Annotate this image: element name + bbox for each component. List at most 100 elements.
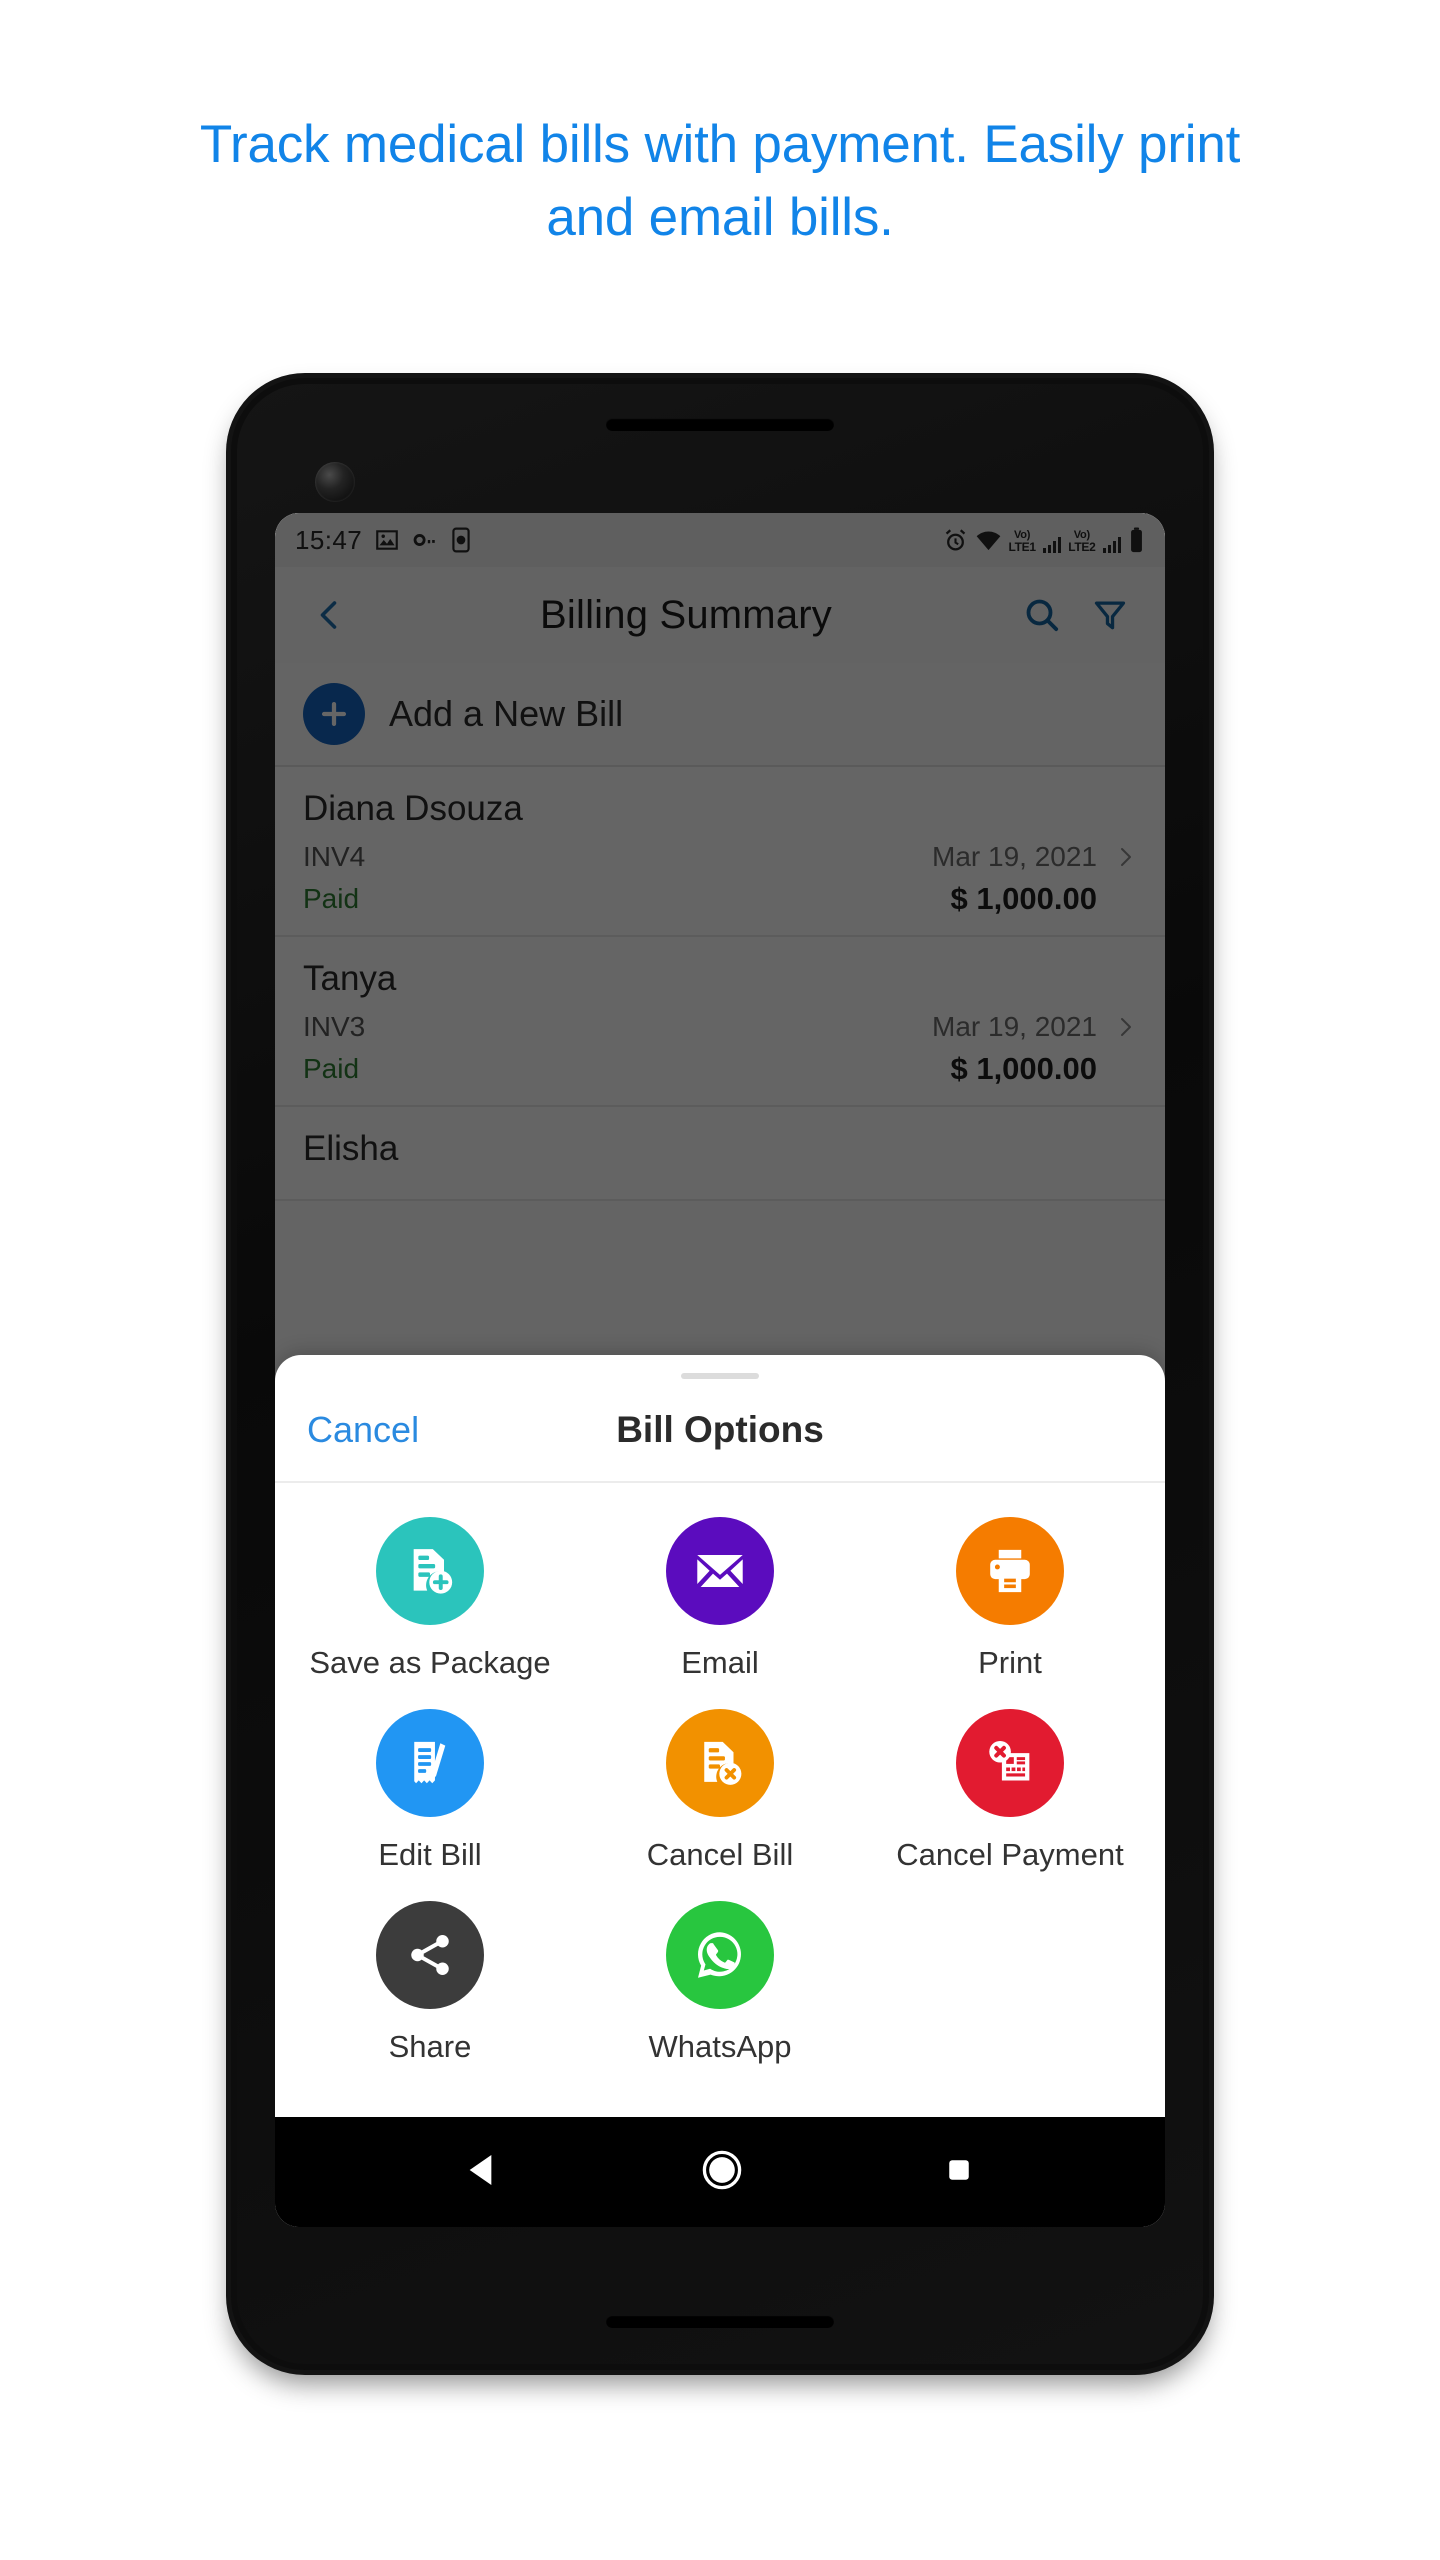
- receipt-pencil-icon: [414, 1741, 446, 1784]
- phone-screen: 15:47 Vo) LTE1 Vo) LTE2 Billing Summary …: [275, 513, 1165, 2227]
- app-bar-title: Billing Summary: [540, 592, 832, 637]
- status-bar-right: Vo) LTE1 Vo) LTE2: [943, 527, 1146, 553]
- table-row[interactable]: Diana Dsouza INV4 Mar 19, 2021 Paid $ 1,…: [275, 767, 1165, 937]
- option-label: Save as Package: [309, 1645, 551, 1680]
- sim2-indicator: Vo) LTE2: [1068, 530, 1096, 554]
- phone-device-frame: 15:47 Vo) LTE1 Vo) LTE2 Billing Summary …: [231, 378, 1209, 2370]
- whatsapp-button[interactable]: [666, 1901, 774, 2009]
- sim1-network-label: LTE1: [1008, 540, 1037, 554]
- whatsapp-icon: [697, 1932, 741, 1978]
- bill-options-grid: Save as Package Email Print Edit Bill Ca…: [275, 1483, 1165, 2111]
- status-badge: Paid: [303, 883, 360, 914]
- status-bar: 15:47 Vo) LTE1 Vo) LTE2: [275, 513, 1165, 567]
- share-button[interactable]: [376, 1901, 484, 2009]
- save-as-package-button[interactable]: [376, 1517, 484, 1625]
- row-chevron-button[interactable]: [1113, 845, 1137, 869]
- chevron-right-icon: [1121, 1018, 1131, 1036]
- status-bar-left: 15:47: [295, 525, 472, 556]
- bill-meta-line: INV4 Mar 19, 2021: [303, 841, 1137, 873]
- filter-button[interactable]: [1081, 586, 1139, 644]
- status-bar-clock: 15:47: [295, 524, 363, 555]
- table-row[interactable]: Tanya INV3 Mar 19, 2021 Paid $ 1,000.00: [275, 937, 1165, 1107]
- bottom-speaker: [606, 2315, 834, 2328]
- option-cancel-bill[interactable]: Cancel Bill: [575, 1709, 865, 1895]
- cancel-payment-button[interactable]: [956, 1709, 1064, 1817]
- option-share[interactable]: Share: [285, 1901, 575, 2087]
- plus-icon: [321, 701, 347, 727]
- nav-home-button[interactable]: [700, 2148, 744, 2197]
- sim1-indicator: Vo) LTE1: [1008, 530, 1037, 554]
- option-label: Share: [388, 2029, 472, 2064]
- file-x-icon: [704, 1741, 742, 1785]
- status-badge: Paid: [303, 1053, 360, 1084]
- circle-home-icon: [702, 2150, 742, 2189]
- add-new-bill-row[interactable]: Add a New Bill: [275, 663, 1165, 767]
- sim2-signal-bars: [1102, 536, 1121, 553]
- back-button[interactable]: [301, 586, 359, 644]
- sheet-header: Cancel Bill Options: [275, 1379, 1165, 1483]
- key-icon: [413, 534, 435, 546]
- bill-invoice-number: INV3: [303, 1011, 366, 1042]
- nav-back-button[interactable]: [463, 2150, 503, 2195]
- filter-icon: [1094, 601, 1126, 630]
- earpiece-speaker: [606, 418, 834, 431]
- row-chevron-button[interactable]: [1113, 1015, 1137, 1039]
- bill-list: Diana Dsouza INV4 Mar 19, 2021 Paid $ 1,…: [275, 767, 1165, 1201]
- bill-amount-line: Paid $ 1,000.00: [303, 881, 1137, 917]
- alarm-icon: [945, 529, 965, 551]
- square-recents-icon: [948, 2159, 969, 2180]
- bill-amount: $ 1,000.00: [950, 1051, 1097, 1086]
- bill-amount-line: Paid $ 1,000.00: [303, 1051, 1137, 1087]
- battery-icon: [1131, 527, 1142, 553]
- page-title: Track medical bills with payment. Easily…: [199, 115, 1241, 248]
- email-button[interactable]: [666, 1517, 774, 1625]
- option-edit-bill[interactable]: Edit Bill: [285, 1709, 575, 1895]
- bill-amount: $ 1,000.00: [950, 881, 1097, 916]
- front-camera-icon: [315, 462, 355, 502]
- option-label: WhatsApp: [648, 2029, 792, 2064]
- bill-invoice-number: INV4: [303, 841, 366, 872]
- search-button[interactable]: [1013, 586, 1071, 644]
- bill-options-sheet: Cancel Bill Options Save as Package Emai…: [275, 1355, 1165, 2117]
- sim1-signal-bars: [1042, 536, 1062, 553]
- bill-customer-name: Elisha: [303, 1129, 399, 1168]
- bill-date: Mar 19, 2021: [932, 841, 1097, 872]
- option-label: Cancel Payment: [896, 1837, 1124, 1872]
- wifi-icon: [976, 531, 1000, 551]
- nav-recents-button[interactable]: [941, 2152, 977, 2193]
- device-icon: [452, 527, 470, 553]
- option-cancel-payment[interactable]: Cancel Payment: [865, 1709, 1155, 1895]
- option-label: Cancel Bill: [646, 1837, 794, 1872]
- printer-icon: [990, 1549, 1030, 1593]
- edit-bill-button[interactable]: [376, 1709, 484, 1817]
- add-new-bill-label: Add a New Bill: [389, 693, 624, 734]
- bill-customer-name: Diana Dsouza: [303, 789, 523, 828]
- chevron-right-icon: [1121, 848, 1131, 866]
- cancel-button[interactable]: Cancel: [307, 1409, 419, 1451]
- option-print[interactable]: Print: [865, 1517, 1155, 1703]
- option-label: Edit Bill: [378, 1837, 482, 1872]
- image-icon: [376, 530, 398, 550]
- app-bar: Billing Summary: [275, 567, 1165, 663]
- option-whatsapp[interactable]: WhatsApp: [575, 1901, 865, 2087]
- print-button[interactable]: [956, 1517, 1064, 1625]
- file-add-icon: [413, 1549, 453, 1594]
- option-email[interactable]: Email: [575, 1517, 865, 1703]
- envelope-icon: [697, 1555, 743, 1587]
- search-icon: [1026, 599, 1059, 632]
- table-row[interactable]: Elisha: [275, 1107, 1165, 1201]
- bill-meta-line: INV3 Mar 19, 2021: [303, 1011, 1137, 1043]
- android-nav-bar: [275, 2117, 1165, 2227]
- add-bill-button[interactable]: [303, 683, 365, 745]
- payment-x-icon: [989, 1740, 1030, 1781]
- sim2-network-label: LTE2: [1068, 540, 1096, 554]
- bill-date: Mar 19, 2021: [932, 1011, 1097, 1042]
- triangle-back-icon: [469, 2154, 492, 2185]
- share-icon: [411, 1935, 449, 1975]
- cancel-bill-button[interactable]: [666, 1709, 774, 1817]
- option-label: Email: [681, 1645, 759, 1680]
- option-label: Print: [978, 1645, 1042, 1680]
- chevron-left-icon: [320, 601, 337, 629]
- bill-customer-name: Tanya: [303, 959, 397, 998]
- option-save-as-package[interactable]: Save as Package: [285, 1517, 575, 1703]
